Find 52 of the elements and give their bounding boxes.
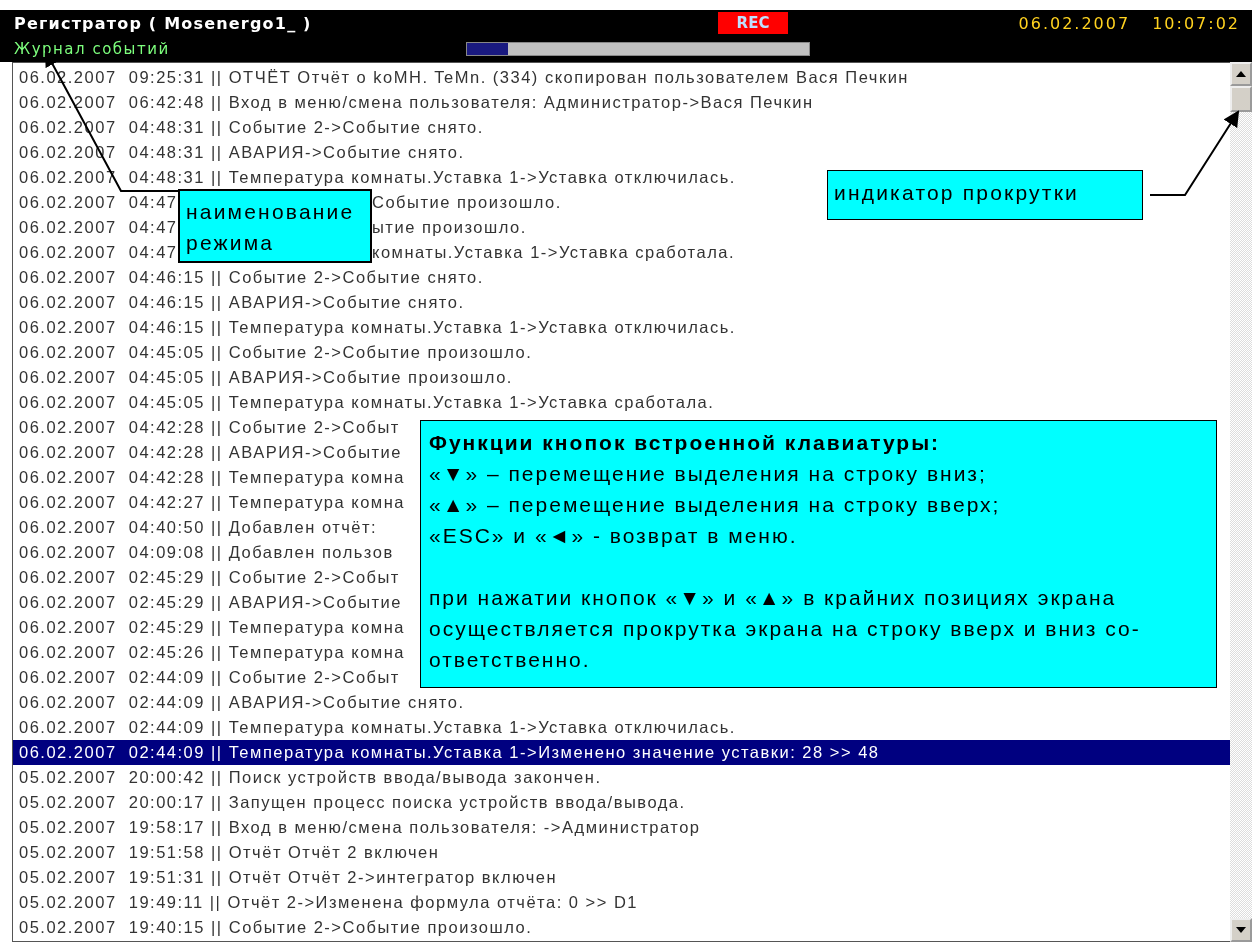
log-row[interactable]: 05.02.2007 19:40:15 || Событие 2->Событие произошло. — [13, 915, 535, 940]
mode-callout: наименование режима — [178, 189, 372, 263]
log-row[interactable]: 06.02.2007 02:45:29 || Температура комна — [13, 615, 407, 640]
log-row[interactable]: 05.02.2007 19:51:31 || Отчёт Отчёт 2->интегратор включен — [13, 865, 560, 890]
callout-line: «▼» – перемещение выделения на строку вниз; — [429, 461, 988, 487]
callout-note: при нажатии кнопок «▼» и «▲» в крайних позициях экрана осуществляется прокрутка экрана на строку вверх и вниз со-ответственно. — [429, 585, 1142, 673]
log-row[interactable]: 06.02.2007 02:44:09 || АВАРИЯ->Событие снято. — [13, 690, 467, 715]
log-row[interactable]: 06.02.2007 04:42:27 || Температура комна — [13, 490, 407, 515]
callout-title: Функции кнопок встроенной клавиатуры: — [429, 430, 942, 456]
callout-line: «▲» – перемещение выделения на строку вверх; — [429, 492, 1002, 518]
log-row[interactable]: 05.02.2007 20:00:42 || Поиск устройств ввода/вывода закончен. — [13, 765, 604, 790]
log-row[interactable]: 06.02.2007 02:45:29 || АВАРИЯ->Событие — [13, 590, 404, 615]
down-triangle-icon — [1236, 927, 1246, 933]
log-row[interactable]: 06.02.2007 02:44:09 || Температура комнаты.Уставка 1->Уставка отключилась. — [13, 715, 738, 740]
log-row[interactable]: 06.02.2007 02:44:09 || Событие 2->Событ — [13, 665, 402, 690]
log-row-text: ытие произошло. — [372, 217, 527, 238]
log-row[interactable]: 06.02.2007 04:40:50 || Добавлен отчёт: — [13, 515, 380, 540]
scroll-thumb[interactable] — [1230, 86, 1252, 112]
log-row-text: Событие произошло. — [372, 192, 562, 213]
up-triangle-icon — [1236, 71, 1246, 77]
log-row[interactable]: 05.02.2007 19:49:11 || Отчёт 2->Изменена формула отчёта: 0 >> D1 — [13, 890, 640, 915]
callout-line: «ESC» и «◄» - возврат в меню. — [429, 523, 799, 549]
log-row-text: 06.02.2007 04:47 — [19, 217, 178, 238]
log-row-text: 06.02.2007 04:47 — [19, 192, 178, 213]
log-row[interactable]: 06.02.2007 04:09:08 || Добавлен пользов — [13, 540, 396, 565]
log-row[interactable]: 06.02.2007 02:45:26 || Температура комна — [13, 640, 407, 665]
date-text: 06.02.2007 — [1018, 13, 1131, 33]
log-row[interactable]: 06.02.2007 04:45:05 || Событие 2->Событие произошло. — [13, 340, 535, 365]
log-row-text: комнаты.Уставка 1->Уставка сработала. — [372, 242, 736, 263]
log-row[interactable]: 05.02.2007 19:51:58 || Отчёт Отчёт 2 включен — [13, 840, 442, 865]
log-row[interactable]: 06.02.2007 04:42:28 || Температура комна — [13, 465, 407, 490]
log-row[interactable]: 06.02.2007 04:46:15 || Событие 2->Событие снято. — [13, 265, 486, 290]
log-row[interactable]: 06.02.2007 04:46:15 || Температура комнаты.Уставка 1->Уставка отключилась. — [13, 315, 738, 340]
log-row[interactable]: 06.02.2007 02:45:29 || Событие 2->Событ — [13, 565, 402, 590]
scroll-down-button[interactable] — [1230, 918, 1252, 942]
time-text: 10:07:02 — [1152, 13, 1240, 33]
log-row[interactable]: 06.02.2007 04:46:15 || АВАРИЯ->Событие снято. — [13, 290, 467, 315]
window-title: Регистратор ( Mosenergo1_ ) — [14, 13, 313, 33]
log-row[interactable]: 05.02.2007 20:00:17 || Запущен процесс поиска устройств ввода/вывода. — [13, 790, 688, 815]
scroll-up-button[interactable] — [1230, 62, 1252, 86]
log-row[interactable]: 06.02.2007 02:44:09 || Температура комнаты.Уставка 1->Изменено значение уставки: 28 >> 48 — [13, 740, 1230, 765]
log-row[interactable]: 06.02.2007 04:45:05 || АВАРИЯ->Событие произошло. — [13, 365, 515, 390]
log-row[interactable]: 06.02.2007 04:42:28 || Событие 2->Событ — [13, 415, 402, 440]
log-row[interactable]: 06.02.2007 04:45:05 || Температура комнаты.Уставка 1->Уставка сработала. — [13, 390, 717, 415]
log-row[interactable]: 05.02.2007 19:58:17 || Вход в меню/смена пользователя: ->Администратор — [13, 815, 703, 840]
log-row[interactable]: 06.02.2007 04:42:28 || АВАРИЯ->Событие — [13, 440, 404, 465]
scrollbar[interactable] — [1230, 62, 1252, 942]
log-row-text: 06.02.2007 04:47 — [19, 242, 178, 263]
mode-name: Журнал событий — [14, 40, 171, 58]
recording-indicator: REC — [718, 12, 788, 34]
log-row[interactable]: 06.02.2007 04:48:31 || Температура комнаты.Уставка 1->Уставка отключилась. — [13, 165, 738, 190]
scroll-callout: индикатор прокрутки — [827, 170, 1143, 220]
